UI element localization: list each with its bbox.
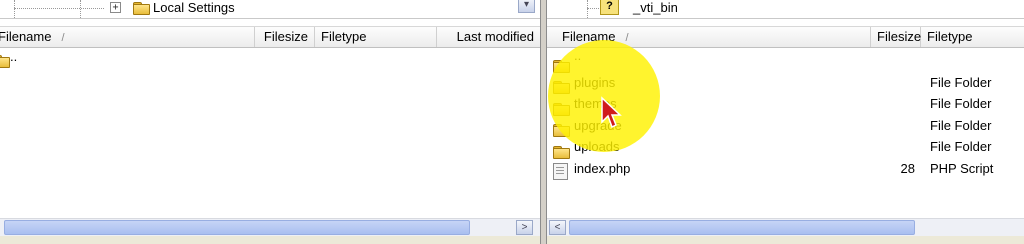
scrollbar-thumb[interactable] [569, 220, 915, 235]
local-pane: + Local Settings ▾ Filename / Filesize Fi… [0, 0, 541, 244]
list-item[interactable]: index.php 28 PHP Script [547, 158, 1024, 181]
column-header-filesize[interactable]: Filesize [871, 27, 921, 47]
scroll-right-icon[interactable]: > [516, 220, 533, 235]
folder-icon [0, 49, 10, 70]
file-type: File Folder [930, 74, 992, 90]
pane-border [0, 236, 540, 244]
file-type: PHP Script [930, 160, 994, 176]
remote-horizontal-scrollbar[interactable]: < [547, 218, 1024, 236]
expand-icon[interactable]: + [110, 2, 121, 13]
scrollbar-thumb[interactable] [4, 220, 470, 235]
column-header-last-modified[interactable]: Last modified [437, 27, 540, 47]
file-name: index.php [574, 160, 631, 176]
file-size [871, 50, 915, 71]
file-type: File Folder [930, 117, 992, 133]
sort-indicator: / [625, 32, 629, 44]
column-header-filetype[interactable]: Filetype [921, 27, 1024, 47]
sort-indicator: / [61, 32, 65, 44]
unknown-folder-icon: ? [600, 0, 619, 15]
tree-item-label[interactable]: _vti_bin [633, 0, 678, 16]
php-file-icon [553, 160, 568, 181]
file-size [871, 115, 915, 136]
pane-border [547, 236, 1024, 244]
column-header-filesize[interactable]: Filesize [255, 27, 315, 47]
dropdown-arrow-icon[interactable]: ▾ [518, 0, 535, 13]
remote-tree: ? _vti_bin [547, 0, 1024, 19]
file-name: .. [10, 49, 18, 64]
folder-icon [133, 2, 150, 15]
tree-line [80, 0, 82, 18]
list-item[interactable]: .. [0, 49, 540, 71]
column-header-filename[interactable]: Filename / [0, 27, 255, 47]
file-type: File Folder [930, 139, 992, 154]
scroll-left-icon[interactable]: < [549, 220, 566, 235]
file-size [871, 93, 915, 114]
file-size: 28 [900, 160, 915, 176]
mouse-cursor-icon [601, 96, 622, 129]
local-list-header: Filename / Filesize Filetype Last modifie… [0, 26, 540, 48]
local-horizontal-scrollbar[interactable]: > [0, 218, 540, 236]
tree-item-label[interactable]: Local Settings [153, 0, 235, 16]
tree-line [14, 8, 104, 10]
local-tree: + Local Settings ▾ [0, 0, 540, 19]
file-size [871, 72, 915, 93]
file-size [871, 136, 915, 157]
column-header-filetype[interactable]: Filetype [315, 27, 437, 47]
file-type: File Folder [930, 96, 992, 111]
tree-line [587, 8, 599, 10]
